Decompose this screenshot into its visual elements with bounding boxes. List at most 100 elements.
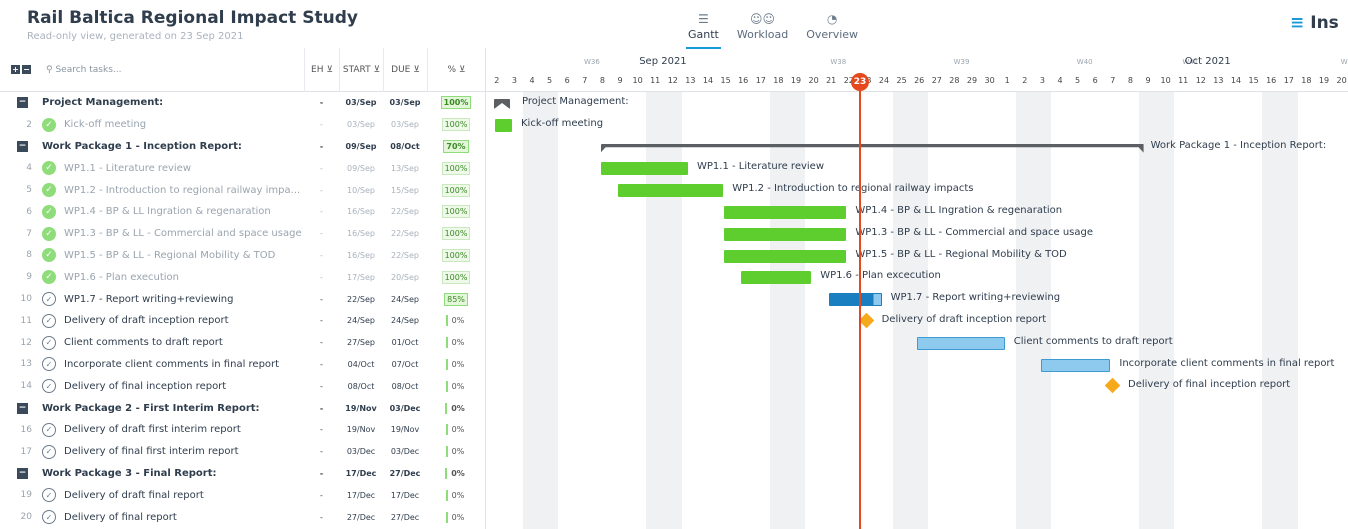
- group-row[interactable]: − Work Package 1 - Inception Report: - 09/S…: [0, 136, 485, 158]
- collapse-all-icon[interactable]: −: [22, 65, 31, 74]
- task-bar[interactable]: [723, 249, 847, 263]
- task-name[interactable]: ✓ WP1.7 - Report writing+reviewing: [42, 292, 304, 307]
- task-bar[interactable]: [741, 271, 812, 285]
- task-name[interactable]: Work Package 1 - Inception Report:: [42, 141, 304, 152]
- task-row[interactable]: 8 ✓ WP1.5 - BP & LL - Regional Mobility & …: [0, 245, 485, 267]
- task-row[interactable]: 6 ✓ WP1.4 - BP & LL Ingration & regenarati…: [0, 201, 485, 223]
- task-name[interactable]: ✓ Delivery of draft final report: [42, 488, 304, 503]
- col-start[interactable]: START ⊻: [339, 48, 383, 92]
- task-row[interactable]: 4 ✓ WP1.1 - Literature review - 09/Sep 13/Sep…: [0, 157, 485, 179]
- col-eh[interactable]: EH ⊻: [304, 48, 339, 92]
- collapse-group-icon[interactable]: −: [17, 140, 28, 152]
- milestone-diamond[interactable]: [1104, 378, 1121, 394]
- col-due[interactable]: DUE ⊻: [383, 48, 427, 92]
- row-number: 5: [26, 185, 32, 196]
- task-row[interactable]: 2 ✓ Kick-off meeting - 03/Sep 03/Sep 100%: [0, 114, 485, 136]
- task-name[interactable]: ✓ Delivery of final report: [42, 510, 304, 525]
- completed-check-icon[interactable]: ✓: [42, 226, 56, 241]
- task-due: 03/Dec: [390, 447, 420, 457]
- row-number: −: [0, 402, 42, 414]
- progress-badge: 0%: [445, 315, 467, 327]
- task-row[interactable]: 14 ✓ Delivery of final inception report - 08…: [0, 375, 485, 397]
- brand-logo[interactable]: ≡ Ins: [1290, 13, 1339, 33]
- collapse-group-icon[interactable]: −: [17, 467, 28, 479]
- col-pct[interactable]: % ⊻: [427, 48, 485, 92]
- task-name[interactable]: ✓ Delivery of final first interim report: [42, 444, 304, 459]
- open-check-icon[interactable]: ✓: [42, 444, 56, 459]
- tab-overview[interactable]: ◔ Overview: [806, 12, 858, 41]
- collapse-group-icon[interactable]: −: [17, 97, 28, 109]
- task-row[interactable]: 5 ✓ WP1.2 - Introduction to regional railw…: [0, 179, 485, 201]
- bar-label: Delivery of draft inception report: [881, 314, 1047, 325]
- task-name[interactable]: ✓ Delivery of draft first interim report: [42, 422, 304, 437]
- group-summary-bar[interactable]: [494, 99, 510, 109]
- task-name[interactable]: ✓ Kick-off meeting: [42, 117, 304, 132]
- search-box[interactable]: ⚲ Search tasks...: [46, 65, 304, 75]
- task-row[interactable]: 10 ✓ WP1.7 - Report writing+reviewing - 22/S…: [0, 288, 485, 310]
- expand-all-icon[interactable]: +: [11, 65, 20, 74]
- completed-check-icon[interactable]: ✓: [42, 161, 56, 176]
- bar-label: WP1.7 - Report writing+reviewing: [890, 292, 1061, 304]
- week-label: W42: [1340, 58, 1348, 66]
- task-name[interactable]: ✓ Incorporate client comments in final re…: [42, 357, 304, 372]
- open-check-icon[interactable]: ✓: [42, 488, 56, 503]
- task-name[interactable]: ✓ Client comments to draft report: [42, 335, 304, 350]
- completed-check-icon[interactable]: ✓: [42, 204, 56, 219]
- group-row[interactable]: − Project Management: - 03/Sep 03/Sep 100%: [0, 92, 485, 114]
- group-row[interactable]: − Work Package 2 - First Interim Report: -…: [0, 397, 485, 419]
- task-name[interactable]: Work Package 2 - First Interim Report:: [42, 403, 304, 414]
- task-name[interactable]: ✓ WP1.5 - BP & LL - Regional Mobility & T…: [42, 248, 304, 263]
- open-check-icon[interactable]: ✓: [42, 357, 56, 372]
- completed-check-icon[interactable]: ✓: [42, 270, 56, 285]
- task-name[interactable]: ✓ WP1.2 - Introduction to regional railwa…: [42, 183, 304, 198]
- task-name[interactable]: ✓ WP1.1 - Literature review: [42, 161, 304, 176]
- task-name[interactable]: ✓ Delivery of final inception report: [42, 379, 304, 394]
- task-row[interactable]: 20 ✓ Delivery of final report - 27/Dec 27/Dec…: [0, 506, 485, 528]
- open-check-icon[interactable]: ✓: [42, 335, 56, 350]
- task-name[interactable]: Work Package 3 - Final Report:: [42, 468, 304, 479]
- completed-check-icon[interactable]: ✓: [42, 117, 56, 132]
- collapse-group-icon[interactable]: −: [17, 402, 28, 414]
- task-name[interactable]: ✓ WP1.6 - Plan execution: [42, 270, 304, 285]
- task-name[interactable]: ✓ Delivery of draft inception report: [42, 313, 304, 328]
- open-check-icon[interactable]: ✓: [42, 510, 56, 525]
- task-pct: 0%: [427, 380, 485, 392]
- milestone-diamond[interactable]: [858, 312, 874, 329]
- task-row[interactable]: 12 ✓ Client comments to draft report - 27/Se…: [0, 332, 485, 354]
- task-row[interactable]: 7 ✓ WP1.3 - BP & LL - Commercial and space…: [0, 223, 485, 245]
- open-check-icon[interactable]: ✓: [42, 422, 56, 437]
- task-bar[interactable]: [495, 118, 512, 132]
- task-row[interactable]: 9 ✓ WP1.6 - Plan execution - 17/Sep 20/Sep 100…: [0, 266, 485, 288]
- task-name[interactable]: Project Management:: [42, 97, 304, 108]
- task-bar[interactable]: [600, 162, 688, 176]
- tab-workload[interactable]: ☺☺ Workload: [737, 12, 788, 41]
- open-check-icon[interactable]: ✓: [42, 313, 56, 328]
- group-summary-bar[interactable]: [601, 144, 1144, 153]
- completed-check-icon[interactable]: ✓: [42, 183, 56, 198]
- task-bar[interactable]: [1040, 358, 1111, 372]
- open-check-icon[interactable]: ✓: [42, 292, 56, 307]
- task-bar[interactable]: [917, 336, 1005, 350]
- task-name-text: Work Package 2 - First Interim Report:: [42, 402, 260, 414]
- task-name[interactable]: ✓ WP1.3 - BP & LL - Commercial and space …: [42, 226, 304, 241]
- task-pct: 100%: [427, 270, 485, 284]
- task-bar[interactable]: [723, 206, 847, 219]
- group-row[interactable]: − Work Package 3 - Final Report: - 17/Dec 27…: [0, 463, 485, 485]
- filter-icon: ⊻: [373, 64, 381, 75]
- task-row[interactable]: 11 ✓ Delivery of draft inception report - 24…: [0, 310, 485, 332]
- task-row[interactable]: 19 ✓ Delivery of draft final report - 17/Dec…: [0, 484, 485, 506]
- task-row[interactable]: 16 ✓ Delivery of draft first interim repor…: [0, 419, 485, 441]
- open-check-icon[interactable]: ✓: [42, 379, 56, 394]
- completed-check-icon[interactable]: ✓: [42, 248, 56, 263]
- task-name[interactable]: ✓ WP1.4 - BP & LL Ingration & regenaratio…: [42, 204, 304, 219]
- task-bar[interactable]: [723, 227, 847, 241]
- task-pct: 0%: [427, 402, 485, 414]
- day-label: 11: [1178, 76, 1189, 85]
- task-row[interactable]: 17 ✓ Delivery of final first interim repor…: [0, 441, 485, 463]
- task-bar[interactable]: [618, 184, 724, 198]
- task-row[interactable]: 13 ✓ Incorporate client comments in final …: [0, 354, 485, 376]
- task-bar[interactable]: [829, 293, 882, 307]
- bar-label: WP1.1 - Literature review: [697, 161, 825, 173]
- task-name-text: Delivery of draft inception report: [64, 315, 229, 327]
- tab-gantt[interactable]: ☰ Gantt: [686, 12, 721, 49]
